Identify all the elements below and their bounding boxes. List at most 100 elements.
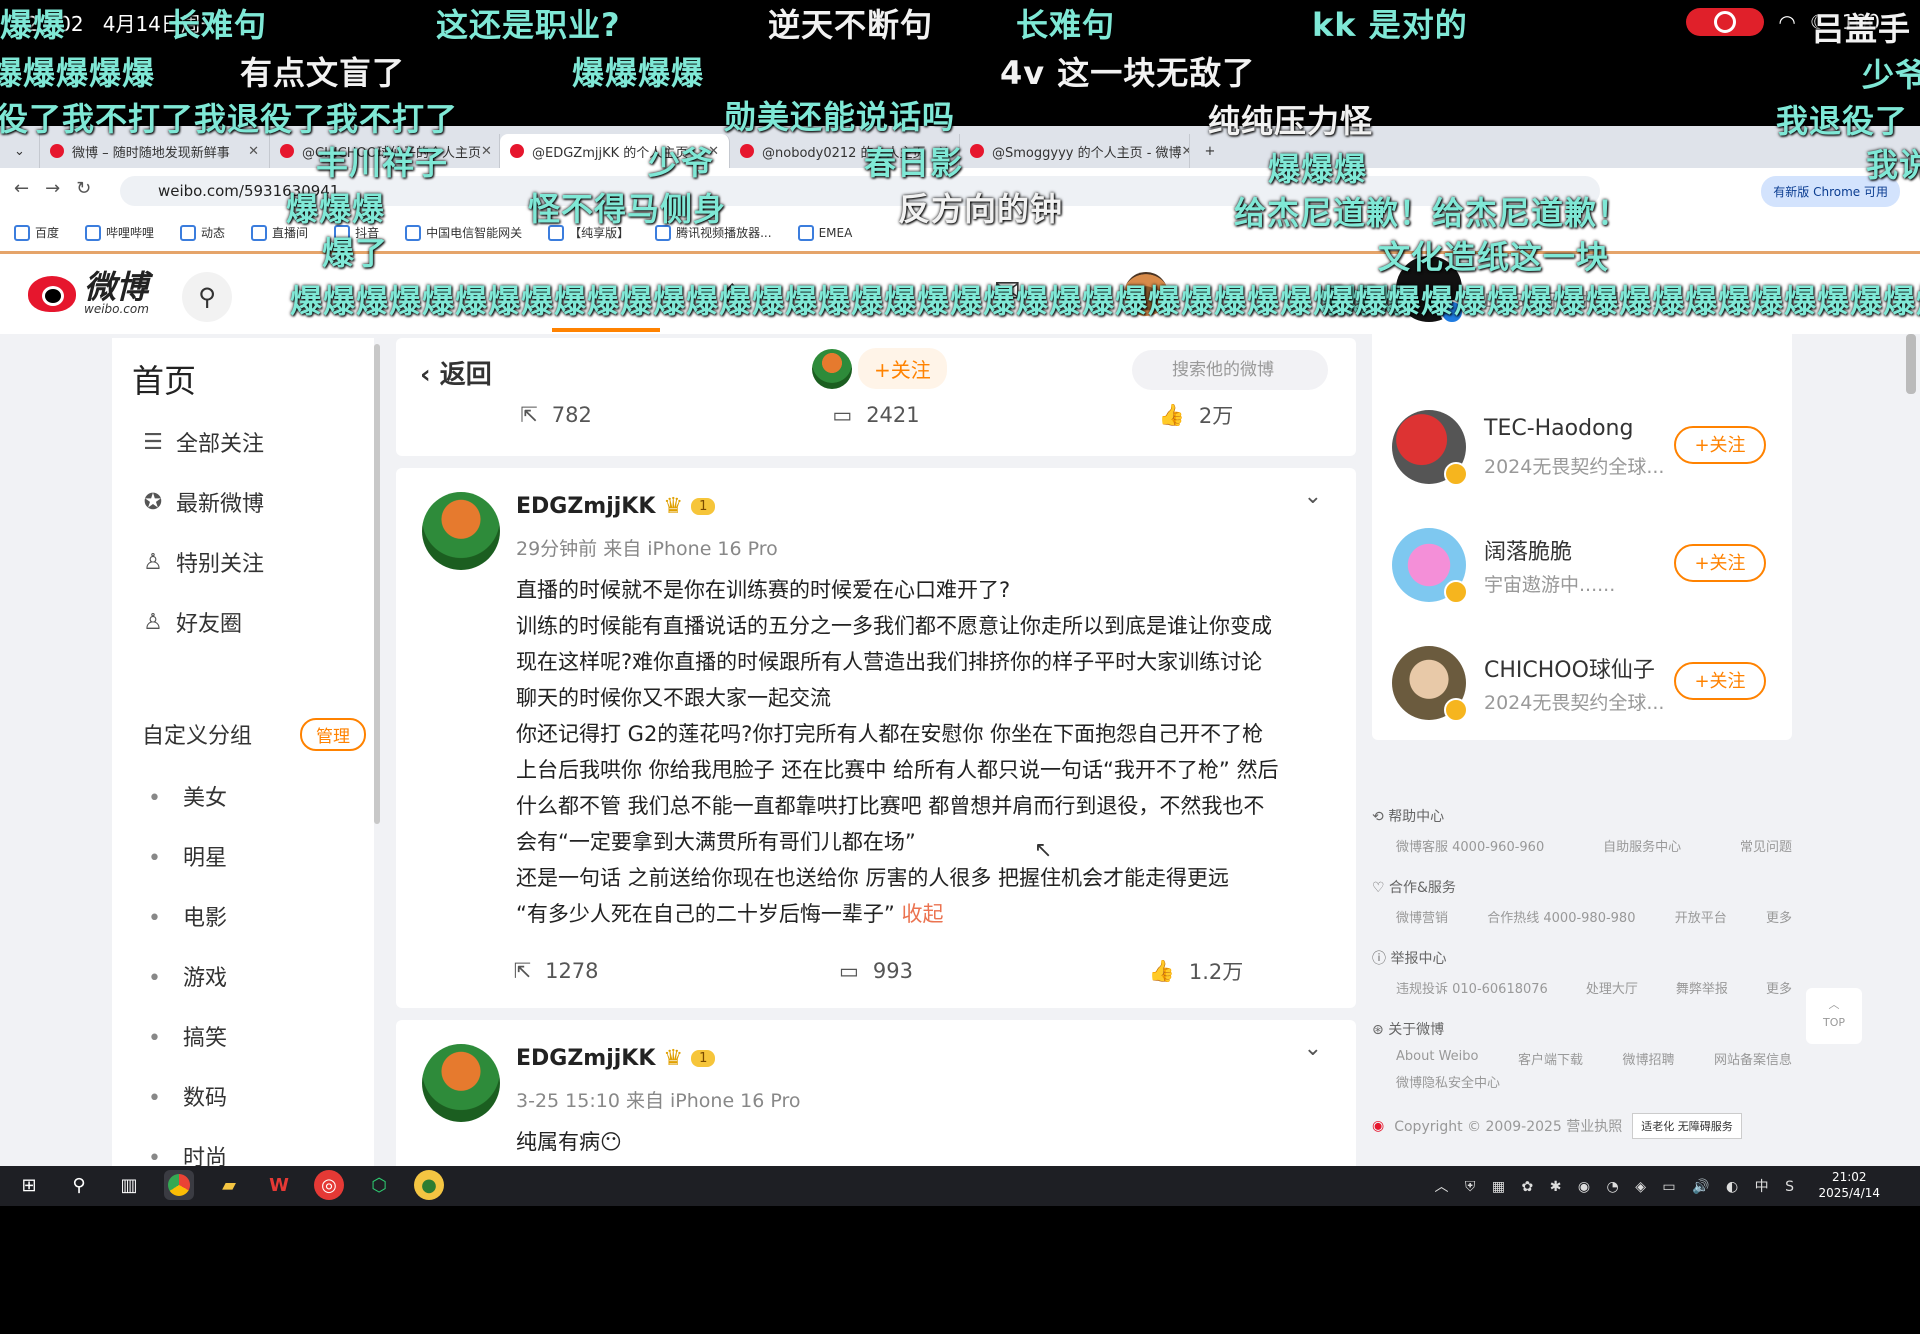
chrome-icon[interactable] [164, 1170, 194, 1200]
elder-mode-button[interactable]: 适老化 无障碍服务 [1632, 1113, 1742, 1139]
group-item[interactable]: 明星 [148, 840, 227, 872]
app-hex-icon[interactable]: ⬡ [364, 1170, 394, 1200]
search-icon[interactable]: ⚲ [182, 272, 232, 322]
netease-music-icon[interactable]: ◎ [314, 1170, 344, 1200]
manage-button[interactable]: 管理 [300, 718, 366, 751]
group-item[interactable]: 游戏 [148, 960, 227, 992]
left-scrollbar[interactable] [374, 344, 380, 824]
bookmark-item[interactable]: 腾讯视频播放器... [655, 224, 772, 241]
footer-link[interactable]: 处理大厅 [1586, 978, 1638, 997]
group-item[interactable]: 电影 [148, 900, 227, 932]
group-item[interactable]: 美女 [148, 780, 227, 812]
page-scrollbar[interactable] [1906, 334, 1916, 394]
bookmark-item[interactable]: 直播间 [251, 224, 308, 241]
follow-button[interactable]: +关注 [1674, 662, 1766, 700]
footer-link[interactable]: 更多 [1766, 907, 1792, 926]
recommended-user[interactable]: CHICHOO球仙子 2024无畏契约全球... [1392, 646, 1664, 722]
user-avatar[interactable] [1124, 272, 1168, 316]
back-to-top-button[interactable]: ︿ TOP [1806, 988, 1862, 1044]
recommended-user[interactable]: TEC-Haodong 2024无畏契约全球... [1392, 410, 1664, 486]
nav-home[interactable]: 首页 [132, 356, 196, 402]
new-tab-icon[interactable]: + [1190, 134, 1230, 168]
nav-all-follow[interactable]: ☰ 全部关注 [140, 426, 264, 458]
browser-tab[interactable]: @Smoggyyy 的个人主页 - 微博✕ [960, 134, 1190, 168]
group-item[interactable]: 时尚 [148, 1140, 227, 1166]
follow-button[interactable]: +关注 [1674, 426, 1766, 464]
footer-link[interactable]: 舞弊举报 [1676, 978, 1728, 997]
footer-link[interactable]: 微博客服 4000-960-960 [1396, 836, 1544, 855]
wps-icon[interactable]: W [264, 1170, 294, 1200]
back-button[interactable]: ‹ 返回 [420, 354, 492, 391]
chrome-update-button[interactable]: 有新版 Chrome 可用 [1761, 176, 1900, 207]
taskbar-clock[interactable]: 21:02 2025/4/14 [1818, 1169, 1880, 1201]
browser-tab[interactable]: 微博 – 随时随地发现新鲜事 ✕ [40, 134, 270, 168]
bookmark-item[interactable]: 中国电信智能网关 [405, 224, 522, 241]
footer-link[interactable]: 违规投诉 010-60618076 [1396, 978, 1548, 997]
folder-icon[interactable]: ▰ [214, 1170, 244, 1200]
chevron-down-icon[interactable]: ⌄ [1304, 1036, 1322, 1061]
bookmark-item[interactable]: 百度 [14, 224, 59, 241]
footer-link[interactable]: 微博招聘 [1622, 1049, 1674, 1068]
chevron-down-icon[interactable]: ⌄ [1304, 484, 1322, 509]
post-username[interactable]: EDGZmjjKK ♛ 1 [516, 494, 716, 519]
footer-link[interactable]: 微博营销 [1396, 907, 1448, 926]
weibo-favicon-icon [510, 144, 524, 158]
mail-icon[interactable]: ✉ [994, 272, 1021, 310]
bookmark-item[interactable]: 动态 [180, 224, 225, 241]
footer-link[interactable]: 常见问题 [1740, 836, 1792, 855]
group-item[interactable]: 搞笑 [148, 1020, 227, 1052]
like-action[interactable]: 👍 2万 [1036, 400, 1356, 430]
footer-link[interactable]: 合作热线 4000-980-980 [1487, 907, 1635, 926]
screen-record-icon[interactable] [1686, 8, 1765, 36]
tab-list-icon[interactable]: ⌄ [0, 134, 40, 168]
repost-action[interactable]: ⇱ 782 [396, 400, 716, 430]
close-icon[interactable]: ✕ [248, 144, 259, 159]
profile-search-input[interactable]: 搜索他的微博 [1132, 350, 1328, 390]
comment-action[interactable]: ▭ 2421 [716, 400, 1036, 430]
close-icon[interactable]: ✕ [481, 144, 492, 159]
recommended-user[interactable]: 阔落脆脆 宇宙遨游中...... [1392, 528, 1615, 604]
footer-link[interactable]: 微博隐私安全中心 [1396, 1072, 1500, 1091]
comment-icon: ▭ [832, 403, 853, 427]
collapse-link[interactable]: 收起 [901, 902, 943, 926]
nav-friends-circle[interactable]: ♙ 好友圈 [140, 606, 242, 638]
close-icon[interactable]: ✕ [938, 144, 949, 159]
search-icon[interactable]: ⚲ [64, 1170, 94, 1200]
browser-tab[interactable]: @EDGZmjjKK 的个人主页 ✕ [500, 134, 730, 168]
footer-link[interactable]: 客户端下载 [1518, 1049, 1583, 1068]
nav-buttons[interactable]: ←→↻ [14, 178, 107, 199]
url-field[interactable]: weibo.com/5931630941 [120, 176, 1600, 206]
footer-link[interactable]: 网站备案信息 [1714, 1049, 1792, 1068]
footer-link[interactable]: 自助服务中心 [1603, 836, 1681, 855]
close-icon[interactable]: ✕ [708, 144, 719, 159]
group-item[interactable]: 数码 [148, 1080, 227, 1112]
follow-button[interactable]: +关注 [1674, 544, 1766, 582]
repost-action[interactable]: ⇱ 1278 [396, 956, 716, 986]
follow-button[interactable]: +关注 [858, 348, 947, 389]
task-view-icon[interactable]: ▥ [114, 1170, 144, 1200]
windows-start-icon[interactable]: ⊞ [14, 1170, 44, 1200]
bookmark-item[interactable]: 哔哩哔哩 [85, 224, 154, 241]
post-avatar[interactable] [422, 492, 500, 570]
bookmark-item[interactable]: 【纯享版】 [548, 224, 629, 241]
close-icon[interactable]: ✕ [1182, 144, 1189, 159]
post-username[interactable]: EDGZmjjKK ♛ 1 [516, 1046, 716, 1071]
recommended-user[interactable]: EDG电子竞技俱乐... [1392, 254, 1657, 326]
like-action[interactable]: 👍 1.2万 [1036, 956, 1356, 986]
footer-link[interactable]: About Weibo [1396, 1049, 1478, 1068]
footer-link[interactable]: 更多 [1766, 978, 1792, 997]
browser-tab[interactable]: @nobody0212 的个人主页 ✕ [730, 134, 960, 168]
post-avatar[interactable] [422, 1044, 500, 1122]
app-round-icon[interactable]: ● [414, 1170, 444, 1200]
profile-avatar[interactable] [812, 348, 852, 389]
bookmark-item[interactable]: 抖音 [334, 224, 379, 241]
footer-link[interactable]: 开放平台 [1675, 907, 1727, 926]
nav-latest[interactable]: ✪ 最新微博 [140, 486, 264, 518]
comment-action[interactable]: ▭ 993 [716, 956, 1036, 986]
bookmark-item[interactable]: EMEA [797, 224, 852, 241]
home-icon[interactable]: ⌂ [722, 272, 742, 310]
system-tray[interactable]: ︿ ⛨ ▦ ✿ ✱ ◉ ◔ ◈ ▭ 🔊 ◐ 中 S [1434, 1176, 1800, 1196]
browser-tab[interactable]: @CHICHOO球仙子的个人主页 ✕ [270, 134, 500, 168]
weibo-logo[interactable]: 微博 weibo.com [28, 271, 149, 316]
nav-special-follow[interactable]: ♙ 特别关注 [140, 546, 264, 578]
